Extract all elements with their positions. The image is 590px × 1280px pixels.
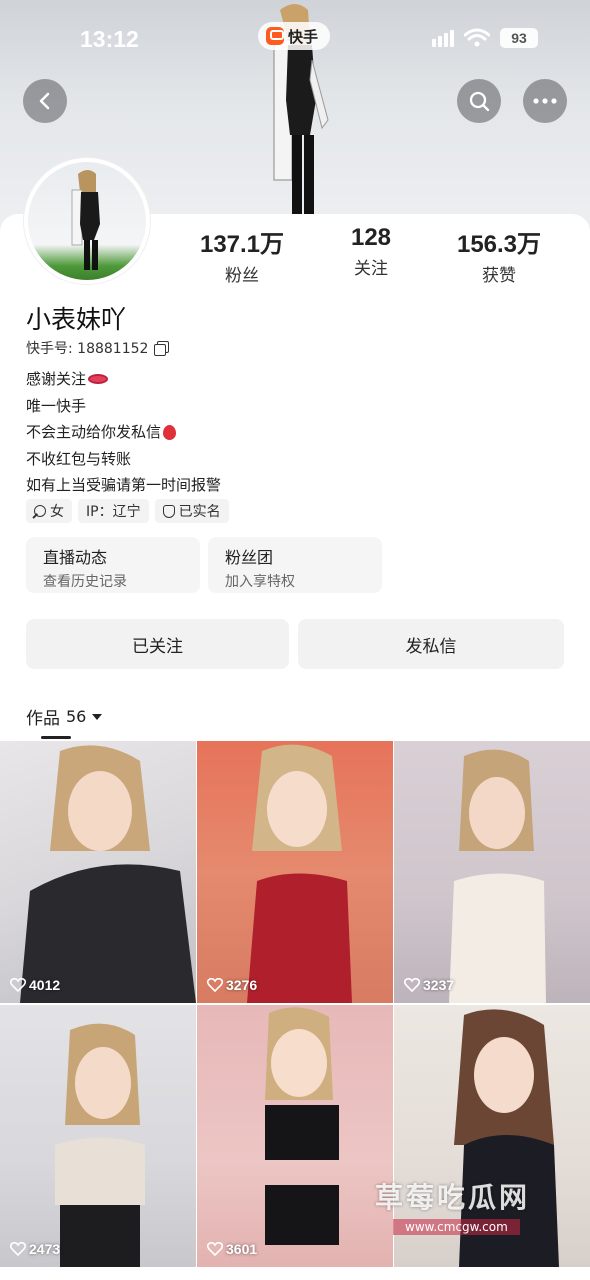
verified-tag: 已实名	[154, 499, 229, 523]
bio-text: 不会主动给你发私信	[26, 423, 162, 441]
battery-icon: 93	[500, 28, 538, 48]
bio-line: 不会主动给你发私信	[26, 419, 221, 446]
thumbnail-image	[55, 1023, 145, 1267]
stat-fans-value: 137.1万	[199, 231, 285, 258]
likes-count-row: 3276	[207, 977, 257, 993]
thumbnail-image	[265, 1007, 339, 1245]
wifi-icon	[464, 28, 490, 47]
balloon-emoji-icon	[163, 424, 177, 440]
tab-works[interactable]: 作品 56	[26, 704, 103, 729]
works-label: 作品	[26, 709, 60, 729]
stat-fans[interactable]: 137.1万 粉丝	[182, 224, 302, 286]
heart-icon	[207, 978, 223, 992]
bio-line: 感谢关注	[26, 366, 221, 393]
app-name: 快手	[288, 27, 319, 46]
status-time: 13:12	[80, 26, 139, 52]
back-button[interactable]	[23, 79, 67, 123]
signal-icon	[432, 29, 454, 47]
thumbnail-image	[449, 749, 546, 1003]
lips-emoji-icon	[88, 374, 109, 385]
stat-following-value: 128	[350, 224, 392, 251]
gender-text: 女	[50, 504, 64, 520]
search-button[interactable]	[457, 79, 501, 123]
stat-likes[interactable]: 156.3万 获赞	[439, 224, 559, 286]
shield-icon	[162, 504, 175, 518]
fan-club-title: 粉丝团	[225, 548, 274, 567]
bio-text: 如有上当受骗请第一时间报警	[26, 476, 222, 494]
heart-icon	[207, 1242, 223, 1256]
likes-count: 3601	[226, 1241, 258, 1257]
search-icon	[469, 91, 490, 112]
caret-down-icon[interactable]	[92, 713, 103, 720]
female-icon	[34, 505, 46, 517]
avatar-figure-image	[71, 170, 100, 270]
likes-count-row: 3601	[207, 1241, 257, 1257]
bio-text: 唯一快手	[26, 396, 87, 415]
bio-line: 唯一快手	[26, 393, 221, 420]
live-history-title: 直播动态	[43, 548, 108, 567]
chevron-left-icon	[39, 92, 50, 110]
followed-button[interactable]: 已关注	[26, 619, 289, 669]
likes-count: 4012	[29, 977, 61, 993]
heart-icon	[404, 978, 420, 992]
fan-club-subtitle: 加入享特权	[225, 574, 295, 590]
watermark: 草莓吃瓜网 www.cmcgw.com	[375, 1176, 575, 1235]
thumbnail-image	[247, 744, 352, 1003]
watermark-url: www.cmcgw.com	[393, 1219, 520, 1235]
heart-icon	[10, 978, 26, 992]
works-count: 56	[66, 707, 87, 726]
stat-following[interactable]: 128 关注	[311, 224, 431, 279]
stat-following-label: 关注	[354, 259, 388, 279]
ip-tag: IP：辽宁	[78, 499, 149, 523]
bio-line: 如有上当受骗请第一时间报警	[26, 472, 221, 499]
profile-tags: 女 IP：辽宁 已实名	[26, 499, 229, 523]
watermark-title: 草莓吃瓜网	[375, 1181, 531, 1214]
video-thumbnail[interactable]: 3276	[197, 741, 393, 1003]
stat-fans-label: 粉丝	[225, 266, 259, 286]
copy-icon[interactable]	[154, 341, 170, 356]
video-thumbnail[interactable]: 4012	[0, 741, 196, 1003]
live-history-subtitle: 查看历史记录	[43, 574, 127, 590]
profile-name: 小表妹吖	[26, 305, 127, 334]
fan-club-card[interactable]: 粉丝团 加入享特权	[208, 537, 382, 593]
likes-count-row: 3237	[404, 977, 454, 993]
more-button[interactable]	[523, 79, 567, 123]
bio-line: 不收红包与转账	[26, 446, 221, 473]
gender-tag: 女	[26, 499, 72, 523]
likes-count: 2473	[29, 1241, 61, 1257]
video-thumbnail[interactable]: 3601	[197, 1005, 393, 1267]
kuaishou-logo-icon	[266, 27, 284, 45]
stat-likes-label: 获赞	[482, 266, 516, 286]
stat-likes-value: 156.3万	[456, 231, 542, 258]
profile-bio: 感谢关注 唯一快手 不会主动给你发私信 不收红包与转账 如有上当受骗请第一时间报…	[26, 366, 221, 499]
kuaishou-id-row[interactable]: 快手号: 18881152	[26, 338, 170, 358]
live-history-card[interactable]: 直播动态 查看历史记录	[26, 537, 200, 593]
likes-count-row: 2473	[10, 1241, 60, 1257]
likes-count: 3276	[226, 977, 258, 993]
app-badge: 快手	[258, 22, 331, 50]
avatar[interactable]	[24, 158, 150, 284]
tab-indicator	[41, 736, 71, 739]
video-thumbnail[interactable]: 2473	[0, 1005, 196, 1267]
verified-text: 已实名	[178, 504, 221, 520]
more-horizontal-icon	[533, 98, 557, 104]
kuaishou-id: 快手号: 18881152	[26, 341, 149, 357]
message-button[interactable]: 发私信	[298, 619, 564, 669]
video-thumbnail[interactable]: 3237	[394, 741, 590, 1003]
likes-count: 3237	[423, 977, 455, 993]
heart-icon	[10, 1242, 26, 1256]
bio-text: 感谢关注	[26, 370, 87, 388]
status-icons: 93	[432, 28, 538, 48]
bio-text: 不收红包与转账	[26, 449, 132, 468]
status-bar: 13:12 快手 93	[0, 18, 590, 58]
likes-count-row: 4012	[10, 977, 60, 993]
ip-text: IP：辽宁	[86, 504, 141, 520]
thumbnail-image	[20, 745, 196, 1003]
